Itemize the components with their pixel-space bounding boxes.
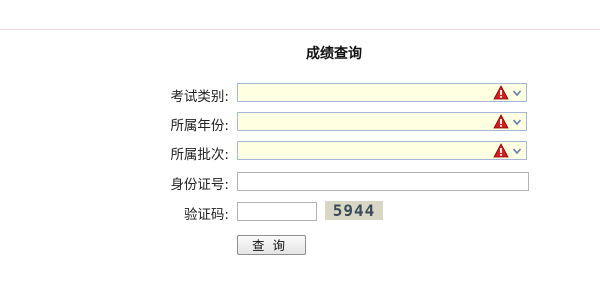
captcha-label: 验证码: bbox=[183, 207, 229, 223]
chevron-down-icon[interactable] bbox=[512, 86, 522, 100]
warning-icon bbox=[493, 114, 509, 129]
captcha-input[interactable] bbox=[237, 202, 317, 221]
query-button[interactable]: 查询 bbox=[237, 235, 306, 255]
batch-select[interactable] bbox=[237, 141, 527, 160]
batch-label: 所属批次: bbox=[170, 147, 229, 163]
exam-type-select[interactable] bbox=[237, 83, 527, 102]
id-number-label: 身份证号: bbox=[170, 177, 229, 193]
divider bbox=[0, 29, 600, 30]
warning-icon bbox=[493, 85, 509, 100]
year-label: 所属年份: bbox=[170, 118, 229, 134]
chevron-down-icon[interactable] bbox=[512, 115, 522, 129]
score-query-page: 成绩查询 考试类别: 所属年份: 所属批次: 身份证号: 验证码: 5944 查… bbox=[0, 0, 600, 301]
id-number-input[interactable] bbox=[237, 172, 529, 191]
captcha-image[interactable]: 5944 bbox=[325, 201, 383, 220]
chevron-down-icon[interactable] bbox=[512, 144, 522, 158]
year-select[interactable] bbox=[237, 112, 527, 131]
page-title: 成绩查询 bbox=[306, 46, 362, 62]
exam-type-label: 考试类别: bbox=[170, 89, 229, 105]
warning-icon bbox=[493, 143, 509, 158]
